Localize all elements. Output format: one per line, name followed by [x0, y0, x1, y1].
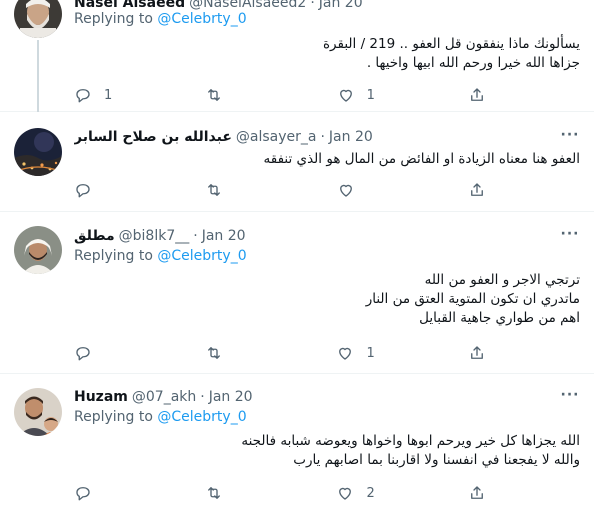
replying-to-label: Replying to: [74, 409, 153, 425]
author-name[interactable]: مطلق: [74, 228, 115, 244]
share-icon: [471, 183, 483, 196]
tweet-text-line: ترتجي الاجر و العفو من الله: [424, 272, 580, 288]
reply-icon: [76, 487, 90, 501]
tweet-text-line: ماتدري ان تكون المتوية العتق من النار: [365, 291, 580, 307]
replying-to: Replying to @Celebrty_0: [74, 409, 247, 425]
heart-icon: [339, 487, 352, 500]
heart-icon: [339, 347, 352, 360]
retweet-icon: [208, 184, 221, 196]
separator-dot: ·: [200, 389, 205, 405]
tweet-text-line: الله يجزاها كل خير ويرحم ابوها واخواها و…: [241, 433, 580, 449]
share-icon: [471, 486, 483, 499]
like-button[interactable]: 2: [336, 484, 375, 502]
more-options-button[interactable]: ···: [560, 128, 580, 148]
tweet-1[interactable]: عبدالله بن صلاح السابر @alsayer_a · Jan …: [0, 112, 594, 212]
author-name[interactable]: Nasel Alsaeed: [74, 0, 185, 11]
tweet-0[interactable]: Nasel Alsaeed @NaselAlsaeed2 · Jan 20 Re…: [0, 0, 594, 112]
reply-icon: [76, 347, 90, 361]
tweet-1-actions: [74, 180, 504, 200]
replying-to: Replying to @Celebrty_0: [74, 248, 247, 264]
separator-dot: ·: [193, 228, 198, 244]
tweet-2-avatar[interactable]: [14, 226, 62, 274]
replying-to-mention[interactable]: @Celebrty_0: [157, 409, 246, 425]
tweet-1-avatar[interactable]: [14, 128, 62, 176]
man-child-avatar-icon: [14, 388, 62, 436]
retweet-button[interactable]: [205, 181, 243, 199]
retweet-icon: [208, 347, 221, 359]
reply-button[interactable]: [74, 181, 112, 199]
author-handle[interactable]: @bi8lk7__: [119, 228, 190, 244]
night-city-avatar-icon: [14, 128, 62, 176]
tweet-text-line: اهم من طواري جاهية القبايل: [419, 310, 580, 326]
replying-to-mention[interactable]: @Celebrty_0: [157, 248, 246, 264]
share-icon: [471, 88, 483, 101]
replying-to-label: Replying to: [74, 248, 153, 264]
reply-button[interactable]: [74, 484, 112, 502]
reply-count: 1: [104, 87, 113, 103]
retweet-icon: [208, 487, 221, 499]
tweet-1-text: العفو هنا معناه الزيادة او الفائض من الم…: [74, 150, 580, 169]
more-options-button[interactable]: ···: [560, 388, 580, 408]
bearded-man-avatar-icon: [14, 0, 62, 38]
tweet-2[interactable]: مطلق @bi8lk7__ · Jan 20 ··· Replying to …: [0, 212, 594, 374]
retweet-icon: [208, 89, 221, 101]
author-name[interactable]: Huzam: [74, 389, 128, 405]
share-button[interactable]: [468, 86, 504, 104]
author-handle[interactable]: @NaselAlsaeed2: [189, 0, 306, 11]
tweet-1-header: عبدالله بن صلاح السابر @alsayer_a · Jan …: [74, 127, 554, 147]
like-count: 1: [366, 87, 375, 103]
heart-icon: [339, 89, 352, 102]
timestamp[interactable]: Jan 20: [209, 389, 253, 405]
timestamp[interactable]: Jan 20: [202, 228, 246, 244]
tweet-3-text: الله يجزاها كل خير ويرحم ابوها واخواها و…: [74, 432, 580, 470]
retweet-button[interactable]: [205, 344, 243, 362]
tweet-2-header: مطلق @bi8lk7__ · Jan 20: [74, 226, 554, 246]
share-button[interactable]: [468, 344, 504, 362]
reply-button[interactable]: 1: [74, 86, 112, 104]
like-count: 1: [366, 345, 375, 361]
tweet-3-actions: 2: [74, 483, 504, 503]
separator-dot: ·: [320, 129, 325, 145]
timestamp[interactable]: Jan 20: [329, 129, 373, 145]
author-name[interactable]: عبدالله بن صلاح السابر: [74, 129, 232, 145]
tweet-0-avatar[interactable]: [14, 0, 62, 38]
tweet-feed: Nasel Alsaeed @NaselAlsaeed2 · Jan 20 Re…: [0, 0, 594, 512]
replying-to-label: Replying to: [74, 11, 153, 27]
tweet-text-line: يسألونك ماذا ينفقون قل العفو .. 219 / ال…: [322, 36, 580, 52]
author-handle[interactable]: @07_akh: [132, 389, 196, 405]
share-button[interactable]: [468, 181, 504, 199]
tweet-text-line: العفو هنا معناه الزيادة او الفائض من الم…: [263, 151, 580, 167]
share-icon: [471, 346, 483, 359]
replying-to: Replying to @Celebrty_0: [74, 11, 247, 27]
tweet-0-actions: 1 1: [74, 85, 504, 105]
separator-dot: ·: [310, 0, 315, 11]
more-options-button[interactable]: ···: [560, 227, 580, 247]
tweet-3-header: Huzam @07_akh · Jan 20: [74, 387, 554, 407]
like-button[interactable]: 1: [337, 86, 375, 104]
heart-icon: [339, 184, 352, 197]
author-handle[interactable]: @alsayer_a: [236, 129, 317, 145]
reply-icon: [76, 89, 90, 103]
tweet-text-line: جزاها الله خيرا ورحم الله ابيها واخيها .: [366, 55, 580, 71]
like-button[interactable]: [337, 181, 375, 199]
tweet-0-text: يسألونك ماذا ينفقون قل العفو .. 219 / ال…: [74, 35, 580, 73]
tweet-2-text: ترتجي الاجر و العفو من الله ماتدري ان تك…: [74, 271, 580, 328]
tweet-3-avatar[interactable]: [14, 388, 62, 436]
tweet-text-line: والله لا يفجعنا في انفسنا ولا اقاربنا بم…: [293, 452, 580, 468]
retweet-button[interactable]: [205, 86, 243, 104]
reply-icon: [76, 184, 90, 198]
share-button[interactable]: [468, 484, 504, 502]
thread-line: [37, 40, 39, 112]
tweet-2-actions: 1: [74, 343, 504, 363]
tweet-3[interactable]: Huzam @07_akh · Jan 20 ··· Replying to @…: [0, 374, 594, 512]
replying-to-mention[interactable]: @Celebrty_0: [157, 11, 246, 27]
like-button[interactable]: 1: [336, 344, 375, 362]
reply-button[interactable]: [74, 344, 112, 362]
like-count: 2: [366, 485, 375, 501]
man-ghutra-avatar-icon: [14, 226, 62, 274]
timestamp[interactable]: Jan 20: [319, 0, 363, 11]
retweet-button[interactable]: [205, 484, 243, 502]
